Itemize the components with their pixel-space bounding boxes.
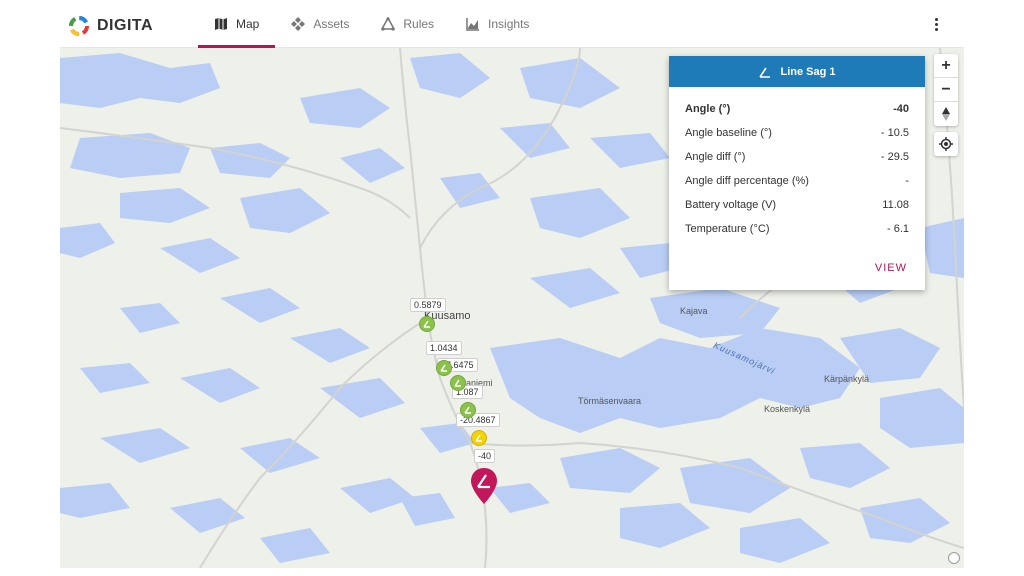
compass-icon: [942, 107, 950, 121]
line-sag-icon: [423, 320, 430, 328]
brand-name: DIGITA: [97, 17, 154, 34]
sensor-value-label: -40: [474, 449, 496, 463]
popup-row-temperature: Temperature (°C) - 6.1: [685, 217, 909, 241]
tab-assets[interactable]: Assets: [275, 0, 365, 48]
popup-row-angle-baseline: Angle baseline (°) - 10.5: [685, 121, 909, 145]
sensor-marker-green[interactable]: [460, 402, 476, 418]
place-label-koskenkyla: Koskenkylä: [764, 404, 811, 414]
tab-rules-label: Rules: [403, 17, 435, 31]
row-value: -: [905, 175, 909, 187]
top-bar: DIGITA Map Assets Rules Insights: [60, 0, 964, 48]
popup-row-battery-voltage: Battery voltage (V) 11.08: [685, 193, 909, 217]
sensor-marker-green[interactable]: [436, 360, 452, 376]
line-sag-icon: [454, 379, 461, 387]
row-label: Angle baseline (°): [685, 127, 772, 139]
main-nav: Map Assets Rules Insights: [198, 0, 545, 48]
place-label-karpankyla: Kärpänkylä: [824, 374, 870, 384]
assets-icon: [291, 17, 306, 31]
brand-logo[interactable]: DIGITA: [68, 14, 153, 38]
zoom-controls: + −: [934, 54, 958, 126]
popup-row-angle-diff: Angle diff (°) - 29.5: [685, 145, 909, 169]
insights-icon: [466, 18, 480, 31]
tab-rules[interactable]: Rules: [365, 0, 450, 48]
row-label: Angle diff (°): [685, 151, 746, 163]
popup-row-angle-diff-percentage: Angle diff percentage (%) -: [685, 169, 909, 193]
rules-icon: [381, 17, 396, 31]
place-label-kajava: Kajava: [680, 306, 708, 316]
attribution-icon[interactable]: [948, 552, 960, 564]
compass-button[interactable]: [934, 102, 958, 126]
line-sag-icon: [759, 67, 771, 78]
sensor-marker-green[interactable]: [419, 316, 435, 332]
popup-body: Angle (°) -40 Angle baseline (°) - 10.5 …: [669, 87, 925, 241]
line-sag-icon: [440, 364, 447, 372]
tab-insights-label: Insights: [488, 17, 530, 31]
app-root: DIGITA Map Assets Rules Insights Kuusamo…: [60, 0, 964, 576]
place-label-tormasenvaara: Törmäsenvaara: [578, 396, 642, 406]
popup-title: Line Sag 1: [780, 65, 836, 78]
tab-insights[interactable]: Insights: [450, 0, 545, 48]
sensor-popup: Line Sag 1 Angle (°) -40 Angle baseline …: [669, 56, 925, 290]
more-vert-dot: [934, 27, 938, 31]
zoom-out-button[interactable]: −: [934, 78, 958, 102]
sensor-marker-green[interactable]: [450, 375, 466, 391]
locate-me-button[interactable]: [934, 132, 958, 156]
digita-logo-icon: [69, 16, 89, 36]
more-vert-dot: [934, 22, 938, 26]
map-icon: [215, 18, 227, 30]
row-value: -40: [893, 103, 909, 115]
popup-header: Line Sag 1: [669, 56, 925, 87]
zoom-in-button[interactable]: +: [934, 54, 958, 78]
row-value: - 10.5: [880, 127, 909, 139]
tab-map[interactable]: Map: [198, 0, 276, 48]
more-vert-icon: [934, 17, 938, 21]
row-label: Angle (°): [685, 103, 731, 115]
tab-assets-label: Assets: [313, 17, 350, 31]
row-value: - 6.1: [886, 223, 909, 235]
sensor-marker-yellow[interactable]: [471, 430, 487, 446]
row-value: 11.08: [882, 199, 909, 211]
view-button[interactable]: VIEW: [875, 262, 907, 274]
line-sag-icon: [475, 434, 482, 442]
sensor-value-label: 1.0434: [426, 341, 462, 355]
sensor-value-label: 0.5879: [410, 298, 446, 312]
popup-row-angle: Angle (°) -40: [685, 97, 909, 121]
row-label: Temperature (°C): [685, 223, 770, 235]
line-sag-icon: [464, 406, 471, 414]
row-label: Angle diff percentage (%): [685, 175, 809, 187]
tab-map-label: Map: [236, 17, 260, 31]
row-value: - 29.5: [880, 151, 909, 163]
selected-sensor-pin[interactable]: [470, 467, 498, 505]
row-label: Battery voltage (V): [685, 199, 777, 211]
more-options-button[interactable]: [928, 14, 944, 34]
crosshair-icon: [939, 137, 953, 151]
